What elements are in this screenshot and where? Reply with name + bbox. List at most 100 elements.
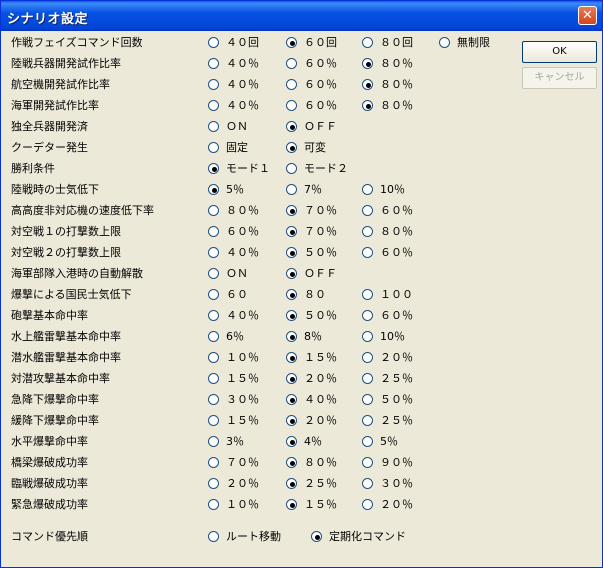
radio-icon[interactable] xyxy=(362,499,373,510)
radio-option-label: ＯＦＦ xyxy=(304,120,337,133)
close-button[interactable]: ✕ xyxy=(578,6,597,25)
radio-option-label: モード１ xyxy=(226,162,270,175)
radio-icon[interactable] xyxy=(208,121,219,132)
radio-icon[interactable] xyxy=(362,205,373,216)
radio-selected-icon[interactable] xyxy=(362,100,373,111)
setting-label: 勝利条件 xyxy=(11,162,55,175)
radio-selected-icon[interactable] xyxy=(286,226,297,237)
radio-icon[interactable] xyxy=(362,478,373,489)
radio-option-label: ４０回 xyxy=(226,36,259,49)
cancel-button[interactable]: キャンセル xyxy=(522,67,597,89)
radio-option-label: ４０％ xyxy=(226,57,259,70)
setting-label: 急降下爆撃命中率 xyxy=(11,393,99,406)
radio-icon[interactable] xyxy=(286,100,297,111)
radio-icon[interactable] xyxy=(208,100,219,111)
radio-icon[interactable] xyxy=(362,247,373,258)
close-icon: ✕ xyxy=(582,8,593,23)
radio-option-label: １００ xyxy=(380,288,413,301)
radio-option-label: 定期化コマンド xyxy=(329,530,406,543)
radio-selected-icon[interactable] xyxy=(286,436,297,447)
radio-option-label: ６０％ xyxy=(380,204,413,217)
setting-label: 臨戦爆破成功率 xyxy=(11,477,88,490)
radio-selected-icon[interactable] xyxy=(362,58,373,69)
radio-icon[interactable] xyxy=(362,226,373,237)
radio-option-label: 4％ xyxy=(304,435,322,448)
radio-icon[interactable] xyxy=(208,268,219,279)
radio-selected-icon[interactable] xyxy=(286,37,297,48)
radio-option-label: ６０％ xyxy=(380,246,413,259)
radio-icon[interactable] xyxy=(208,79,219,90)
radio-icon[interactable] xyxy=(208,310,219,321)
radio-selected-icon[interactable] xyxy=(286,247,297,258)
radio-selected-icon[interactable] xyxy=(286,352,297,363)
radio-icon[interactable] xyxy=(362,436,373,447)
radio-option-label: ４０％ xyxy=(226,99,259,112)
radio-icon[interactable] xyxy=(286,184,297,195)
radio-icon[interactable] xyxy=(208,457,219,468)
radio-selected-icon[interactable] xyxy=(286,499,297,510)
radio-selected-icon[interactable] xyxy=(208,163,219,174)
setting-label: 独全兵器開発済 xyxy=(11,120,88,133)
radio-icon[interactable] xyxy=(208,478,219,489)
radio-selected-icon[interactable] xyxy=(286,205,297,216)
title-bar[interactable]: シナリオ設定 ✕ xyxy=(1,1,602,31)
radio-icon[interactable] xyxy=(362,331,373,342)
ok-button[interactable]: OK xyxy=(522,41,597,63)
radio-option-label: ３０％ xyxy=(226,393,259,406)
radio-selected-icon[interactable] xyxy=(286,142,297,153)
radio-icon[interactable] xyxy=(208,37,219,48)
radio-icon[interactable] xyxy=(208,142,219,153)
radio-option-label: ５０％ xyxy=(304,309,337,322)
radio-selected-icon[interactable] xyxy=(208,184,219,195)
radio-icon[interactable] xyxy=(286,79,297,90)
radio-icon[interactable] xyxy=(362,310,373,321)
radio-icon[interactable] xyxy=(286,58,297,69)
radio-icon[interactable] xyxy=(208,394,219,405)
radio-icon[interactable] xyxy=(208,58,219,69)
radio-selected-icon[interactable] xyxy=(286,289,297,300)
radio-selected-icon[interactable] xyxy=(286,268,297,279)
radio-icon[interactable] xyxy=(208,415,219,426)
radio-icon[interactable] xyxy=(286,163,297,174)
radio-selected-icon[interactable] xyxy=(311,531,322,542)
radio-selected-icon[interactable] xyxy=(286,331,297,342)
radio-icon[interactable] xyxy=(208,226,219,237)
radio-icon[interactable] xyxy=(362,457,373,468)
radio-option-label: ８０％ xyxy=(380,225,413,238)
radio-option-label: ２５％ xyxy=(380,414,413,427)
radio-icon[interactable] xyxy=(208,499,219,510)
radio-selected-icon[interactable] xyxy=(286,310,297,321)
radio-icon[interactable] xyxy=(208,331,219,342)
radio-icon[interactable] xyxy=(208,436,219,447)
radio-icon[interactable] xyxy=(208,289,219,300)
radio-option-label: ４０％ xyxy=(226,309,259,322)
radio-selected-icon[interactable] xyxy=(286,394,297,405)
radio-icon[interactable] xyxy=(208,531,219,542)
radio-icon[interactable] xyxy=(362,289,373,300)
radio-icon[interactable] xyxy=(362,184,373,195)
radio-icon[interactable] xyxy=(208,373,219,384)
radio-selected-icon[interactable] xyxy=(286,457,297,468)
radio-selected-icon[interactable] xyxy=(286,478,297,489)
radio-icon[interactable] xyxy=(439,37,450,48)
radio-icon[interactable] xyxy=(208,247,219,258)
radio-icon[interactable] xyxy=(362,37,373,48)
radio-icon[interactable] xyxy=(362,415,373,426)
radio-option-label: １０％ xyxy=(226,498,259,511)
radio-icon[interactable] xyxy=(362,352,373,363)
radio-option-label: ９０％ xyxy=(380,456,413,469)
radio-selected-icon[interactable] xyxy=(286,121,297,132)
setting-label: 潜水艦雷撃基本命中率 xyxy=(11,351,121,364)
radio-icon[interactable] xyxy=(362,373,373,384)
radio-selected-icon[interactable] xyxy=(286,415,297,426)
setting-label: 海軍部隊入港時の自動解散 xyxy=(11,267,143,280)
radio-selected-icon[interactable] xyxy=(362,79,373,90)
radio-option-label: ８０％ xyxy=(380,78,413,91)
setting-label: 海軍開発試作比率 xyxy=(11,99,99,112)
radio-icon[interactable] xyxy=(208,205,219,216)
radio-icon[interactable] xyxy=(362,394,373,405)
radio-icon[interactable] xyxy=(208,352,219,363)
setting-label: 緩降下爆撃命中率 xyxy=(11,414,99,427)
setting-label: 高高度非対応機の速度低下率 xyxy=(11,204,154,217)
radio-selected-icon[interactable] xyxy=(286,373,297,384)
